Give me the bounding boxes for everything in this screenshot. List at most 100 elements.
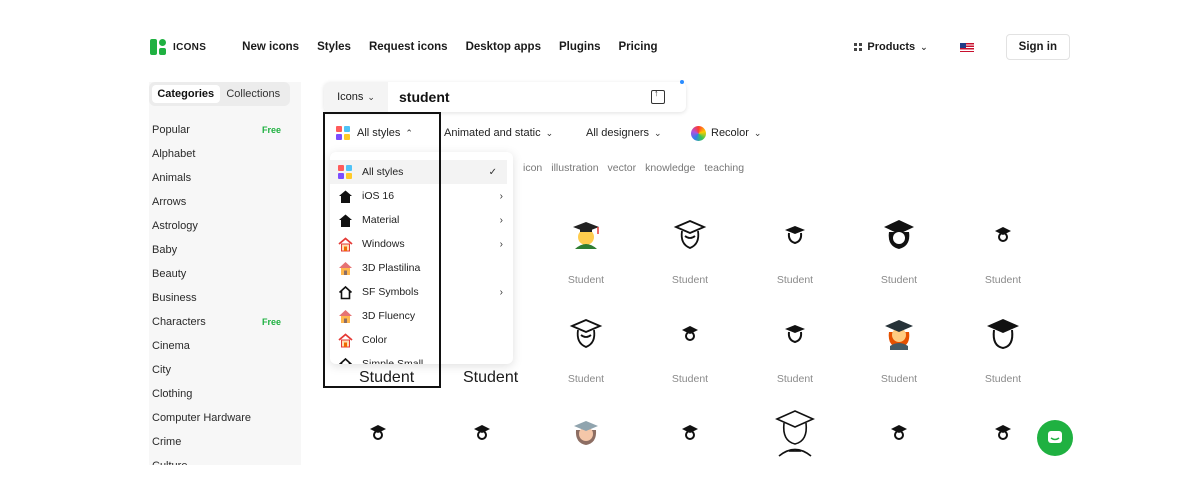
icon-result[interactable] — [430, 410, 534, 500]
nav-desktop-apps[interactable]: Desktop apps — [466, 41, 541, 53]
house-color-icon — [338, 236, 354, 252]
student-filled-outline-icon — [984, 311, 1022, 355]
animated-filter-label: Animated and static — [444, 127, 541, 139]
student-tiny-icon — [472, 410, 492, 454]
category-item[interactable]: Alphabet — [149, 142, 301, 166]
category-item[interactable]: Beauty — [149, 262, 301, 286]
icon-result[interactable]: Student — [847, 311, 951, 407]
style-option[interactable]: Material › — [330, 208, 513, 232]
icon-result[interactable] — [326, 410, 430, 500]
category-item[interactable]: Culture — [149, 454, 301, 465]
category-item[interactable]: Animals — [149, 166, 301, 190]
brand-logo[interactable]: ICONS — [150, 39, 206, 55]
icon-result-label: Student — [984, 274, 1022, 286]
style-option[interactable]: 3D Plastilina — [330, 256, 513, 280]
category-item[interactable]: Arrows — [149, 190, 301, 214]
icon-result-label: Student — [567, 373, 605, 385]
icon-result[interactable]: Student — [951, 311, 1055, 407]
category-item[interactable]: Business — [149, 286, 301, 310]
tag-item[interactable]: teaching — [704, 162, 744, 174]
tag-item[interactable]: vector — [608, 162, 637, 174]
nav-request-icons[interactable]: Request icons — [369, 41, 448, 53]
style-option[interactable]: Color — [330, 328, 513, 352]
icon-result[interactable] — [951, 410, 1055, 500]
house-outline-icon — [338, 357, 354, 364]
grid-icon — [854, 43, 863, 51]
tag-item[interactable]: illustration — [551, 162, 598, 174]
tab-collections[interactable]: Collections — [220, 85, 288, 103]
icon-result[interactable] — [743, 410, 847, 500]
category-item[interactable]: Computer Hardware — [149, 406, 301, 430]
nav-links: New icons Styles Request icons Desktop a… — [242, 41, 657, 53]
search-input[interactable] — [399, 89, 639, 105]
icon-result[interactable]: Student — [743, 311, 847, 407]
products-label: Products — [867, 41, 916, 53]
student-emoji-icon — [569, 212, 603, 256]
style-option[interactable]: SF Symbols › — [330, 280, 513, 304]
nav-styles[interactable]: Styles — [317, 41, 351, 53]
style-option[interactable]: iOS 16 › — [330, 184, 513, 208]
category-label: Arrows — [152, 196, 187, 208]
chevron-down-icon: ⌄ — [545, 127, 554, 138]
sidebar-tabs: Categories Collections — [149, 82, 290, 106]
category-item[interactable]: Clothing — [149, 382, 301, 406]
animated-filter[interactable]: Animated and static ⌄ — [444, 122, 553, 144]
sign-in-button[interactable]: Sign in — [1005, 34, 1070, 60]
icon-result[interactable]: Student — [638, 311, 742, 407]
image-search-icon[interactable] — [651, 88, 665, 104]
category-item[interactable]: Cinema — [149, 334, 301, 358]
category-item[interactable]: Astrology — [149, 214, 301, 238]
category-label: Clothing — [152, 388, 193, 400]
category-label: Popular — [152, 124, 190, 136]
designers-filter-label: All designers — [586, 127, 649, 139]
icon-result[interactable]: Student — [951, 212, 1055, 308]
search-type-label: Icons — [337, 91, 364, 103]
style-option[interactable]: Windows › — [330, 232, 513, 256]
category-item[interactable]: Baby — [149, 238, 301, 262]
free-badge: Free — [261, 317, 281, 327]
nav-pricing[interactable]: Pricing — [619, 41, 658, 53]
products-menu[interactable]: Products ⌄ — [854, 41, 928, 53]
category-item[interactable]: Popular Free — [149, 118, 301, 142]
category-item[interactable]: City — [149, 358, 301, 382]
search-bar: Icons ⌄ — [324, 80, 686, 112]
icon-result-label: Student — [671, 373, 709, 385]
icon-result-label: Student — [776, 373, 814, 385]
style-option[interactable]: Simple Small — [330, 352, 513, 364]
tag-item[interactable]: icon — [523, 162, 542, 174]
recolor-filter[interactable]: Recolor ⌄ — [691, 122, 761, 144]
style-option-label: iOS 16 — [362, 190, 395, 202]
icon-result[interactable] — [638, 410, 742, 500]
icon-result[interactable]: Student — [534, 311, 638, 407]
student-3d-icon — [571, 410, 601, 454]
category-item[interactable]: Characters Free — [149, 310, 301, 334]
chevron-right-icon: › — [499, 238, 503, 250]
nav-new-icons[interactable]: New icons — [242, 41, 299, 53]
style-option-label: Windows — [362, 238, 405, 250]
icon-result[interactable]: Student — [847, 212, 951, 308]
icon-result[interactable]: Student — [638, 212, 742, 308]
us-flag-icon[interactable] — [959, 42, 974, 52]
logo-icon — [150, 39, 166, 55]
designers-filter[interactable]: All designers ⌄ — [586, 122, 662, 144]
student-small-icon — [783, 212, 807, 256]
category-label: Culture — [152, 460, 187, 465]
tab-categories[interactable]: Categories — [152, 85, 220, 103]
chat-button[interactable] — [1037, 420, 1073, 456]
style-option[interactable]: 3D Fluency — [330, 304, 513, 328]
icon-result[interactable]: Student — [743, 212, 847, 308]
tag-item[interactable]: knowledge — [645, 162, 695, 174]
icon-result-label: Student — [880, 274, 918, 286]
nav-plugins[interactable]: Plugins — [559, 41, 601, 53]
icon-result[interactable] — [534, 410, 638, 500]
chevron-up-icon: ⌃ — [405, 127, 413, 138]
student-color-icon — [882, 311, 916, 355]
style-option[interactable]: All styles ✓ — [330, 160, 507, 184]
styles-filter[interactable]: All styles ⌃ — [336, 122, 413, 144]
icon-result-label: Student — [463, 369, 519, 386]
category-item[interactable]: Crime — [149, 430, 301, 454]
icon-result[interactable]: Student — [534, 212, 638, 308]
search-type-select[interactable]: Icons ⌄ — [324, 82, 388, 112]
icon-result[interactable] — [847, 410, 951, 500]
icon-result-label: Student — [671, 274, 709, 286]
